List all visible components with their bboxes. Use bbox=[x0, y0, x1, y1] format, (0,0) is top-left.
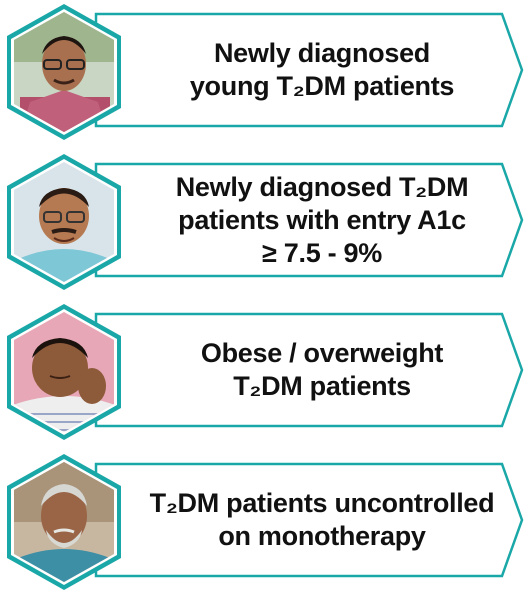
card-label: Newly diagnosed T₂DM patients with entry… bbox=[140, 162, 504, 278]
patient-profile-card: Obese / overweight T₂DM patients bbox=[0, 300, 528, 448]
card-label-line: ≥ 7.5 - 9% bbox=[262, 237, 382, 268]
card-label-line: T₂DM patients uncontrolled bbox=[149, 488, 495, 518]
card-label-line: Newly diagnosed T₂DM bbox=[175, 171, 469, 202]
card-label-line: Obese / overweight bbox=[200, 338, 444, 368]
patient-profile-card: T₂DM patients uncontrolled on monotherap… bbox=[0, 450, 528, 598]
patient-profile-card: Newly diagnosed T₂DM patients with entry… bbox=[0, 150, 528, 298]
card-label-line: on monotherapy bbox=[218, 521, 426, 551]
card-label: Obese / overweight T₂DM patients bbox=[140, 312, 504, 428]
card-label: T₂DM patients uncontrolled on monotherap… bbox=[140, 462, 504, 578]
avatar-middle-aged-man bbox=[7, 154, 121, 290]
avatar-young-man bbox=[7, 4, 121, 140]
card-label-line: Newly diagnosed bbox=[213, 38, 431, 68]
patient-profile-card: Newly diagnosed young T₂DM patients bbox=[0, 0, 528, 148]
avatar-overweight-man bbox=[7, 304, 121, 440]
card-label-line: T₂DM patients bbox=[233, 371, 411, 401]
card-label-line: young T₂DM patients bbox=[189, 71, 455, 101]
card-label-line: patients with entry A1c bbox=[178, 204, 466, 235]
avatar-older-man bbox=[7, 454, 121, 590]
card-label: Newly diagnosed young T₂DM patients bbox=[140, 12, 504, 128]
